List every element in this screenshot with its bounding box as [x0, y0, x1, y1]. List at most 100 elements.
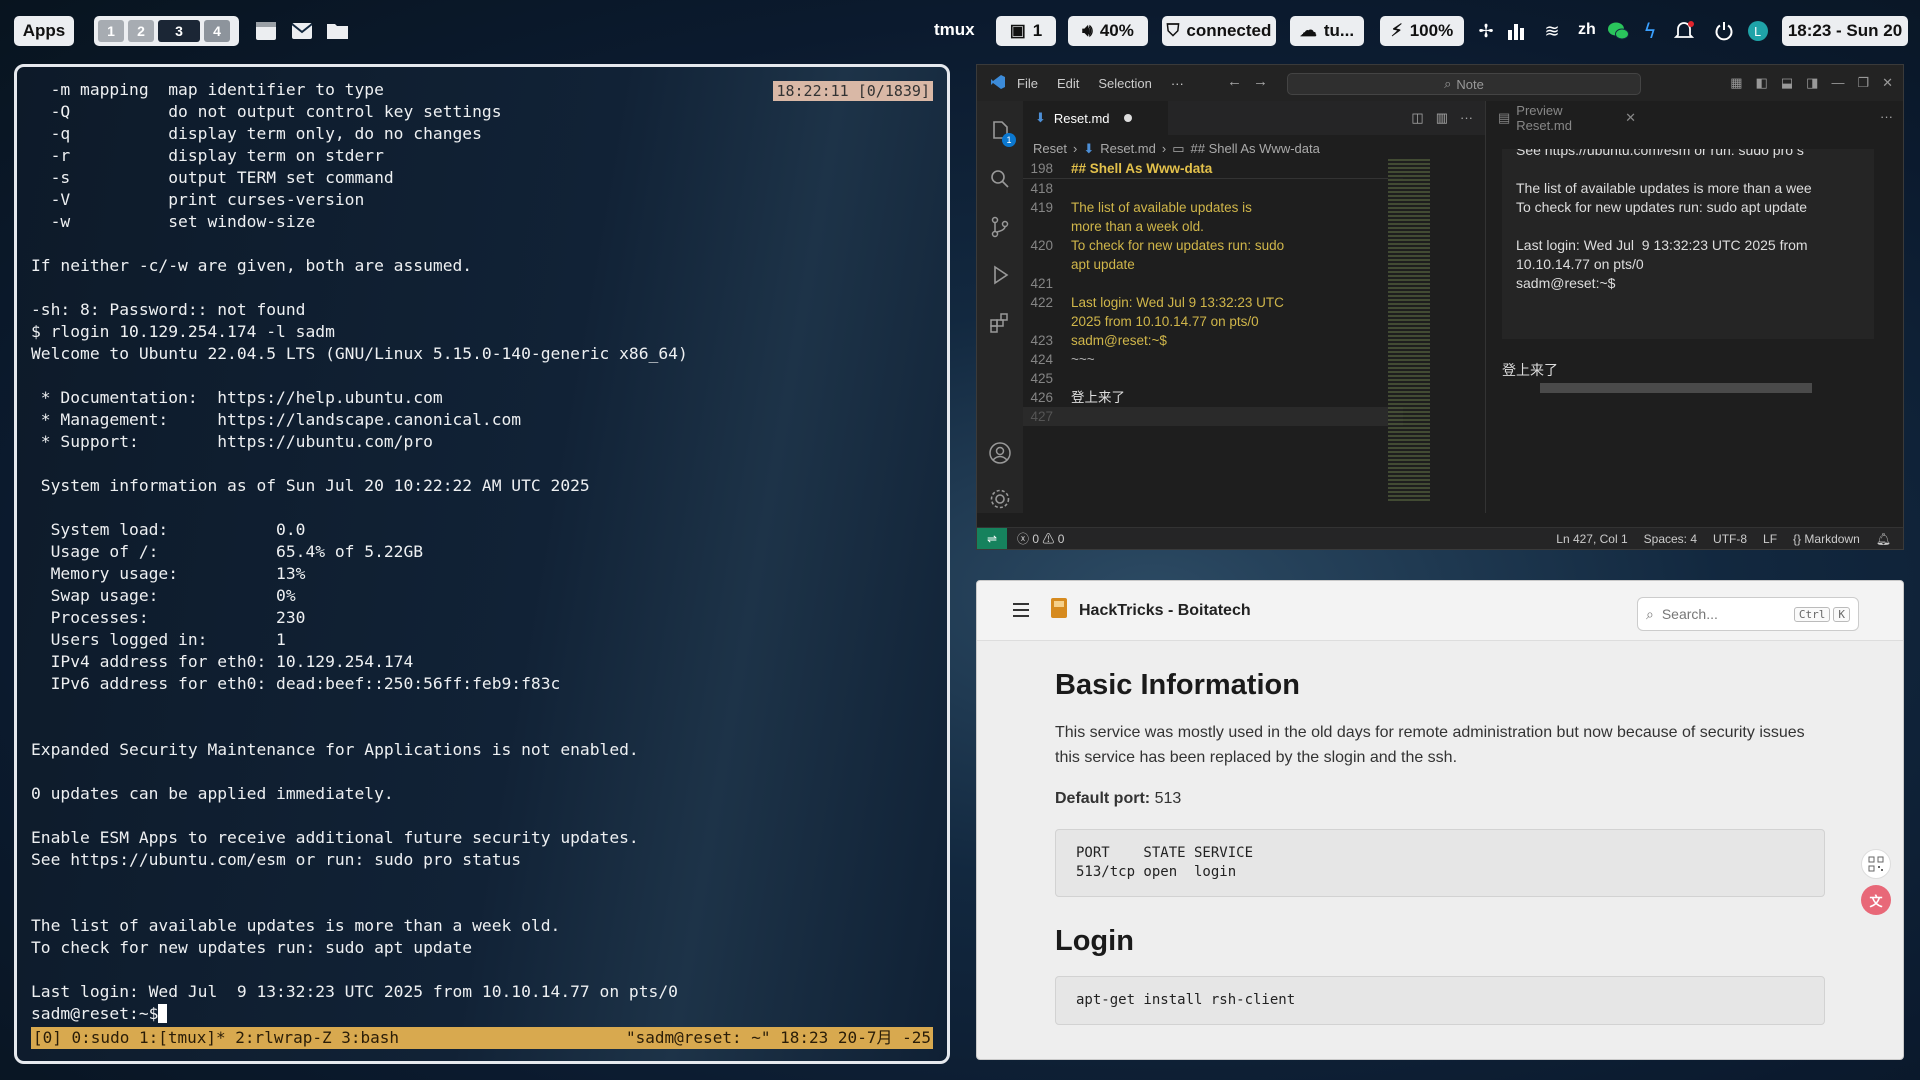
- back-arrow-icon[interactable]: ←: [1227, 73, 1242, 90]
- search-icon: ⌕: [1444, 76, 1452, 91]
- workspace-1[interactable]: 1: [98, 20, 124, 42]
- notifications-bell-icon[interactable]: 🔔︎: [1876, 532, 1891, 546]
- hamburger-menu-icon[interactable]: [1013, 601, 1035, 619]
- unsaved-dot-icon[interactable]: [1123, 114, 1132, 122]
- close-tab-icon[interactable]: ✕: [1625, 110, 1636, 126]
- workspace-4[interactable]: 4: [204, 20, 230, 42]
- search-placeholder: Search...: [1661, 606, 1718, 622]
- code-line[interactable]: 423 sadm@reset:~$: [1023, 331, 1403, 350]
- preview-more-icon[interactable]: ···: [1880, 109, 1893, 124]
- lightning-icon[interactable]: ϟ: [1638, 19, 1662, 43]
- terminal-window-icon[interactable]: [254, 19, 278, 43]
- remote-indicator-icon[interactable]: ⇌: [977, 527, 1007, 549]
- line-number: 425: [1030, 371, 1053, 386]
- command-center-search[interactable]: ⌕ Note: [1287, 73, 1641, 95]
- menu-more[interactable]: ···: [1171, 76, 1184, 91]
- power-icon[interactable]: [1712, 19, 1736, 43]
- terminal-line: If neither -c/-w are given, both are ass…: [31, 256, 473, 275]
- code-line[interactable]: more than a week old.: [1023, 217, 1403, 236]
- forward-arrow-icon[interactable]: →: [1253, 73, 1268, 90]
- indentation[interactable]: Spaces: 4: [1644, 532, 1697, 546]
- code-line[interactable]: 422 Last login: Wed Jul 9 13:32:23 UTC: [1023, 293, 1403, 312]
- volume-indicator[interactable]: 🔊︎ 40%: [1068, 16, 1148, 46]
- toggle-sidebar-icon[interactable]: ◧: [1756, 75, 1768, 91]
- menu-edit[interactable]: Edit: [1057, 76, 1079, 91]
- terminal-line: -Q do not output control key settings: [31, 102, 502, 121]
- pinwheel-icon[interactable]: ✢: [1474, 19, 1498, 43]
- split-editor-icon[interactable]: ▥: [1436, 110, 1448, 126]
- code-line[interactable]: 419 The list of available updates is: [1023, 198, 1403, 217]
- breadcrumb-folder[interactable]: Reset: [1033, 141, 1067, 157]
- open-preview-icon[interactable]: ◫: [1411, 110, 1423, 126]
- code-line[interactable]: 425: [1023, 369, 1403, 388]
- sticky-heading: ## Shell As Www-data: [1071, 161, 1213, 176]
- minimize-icon[interactable]: —: [1831, 75, 1844, 91]
- site-search-input[interactable]: ⌕ Search... Ctrl K: [1637, 597, 1859, 631]
- toggle-secondary-sidebar-icon[interactable]: ◨: [1806, 75, 1818, 91]
- code-line[interactable]: 2025 from 10.10.14.77 on pts/0: [1023, 312, 1403, 331]
- encoding[interactable]: UTF-8: [1713, 532, 1747, 546]
- layers-icon[interactable]: ≋: [1540, 19, 1564, 43]
- run-debug-icon[interactable]: [988, 263, 1012, 287]
- mail-icon[interactable]: [290, 19, 314, 43]
- package-counter[interactable]: ▣ 1: [996, 16, 1056, 46]
- ports-codeblock[interactable]: PORT STATE SERVICE 513/tcp open login: [1055, 829, 1825, 897]
- minimap[interactable]: [1388, 159, 1430, 503]
- input-method-indicator[interactable]: zh: [1578, 21, 1596, 39]
- login-codeblock[interactable]: apt-get install rsh-client: [1055, 976, 1825, 1025]
- sticky-scroll-line[interactable]: 198 ## Shell As Www-data: [1023, 159, 1403, 179]
- code-line[interactable]: 427: [1023, 407, 1403, 426]
- source-control-icon[interactable]: [988, 215, 1012, 239]
- breadcrumb-symbol[interactable]: ## Shell As Www-data: [1191, 141, 1320, 157]
- bell-icon[interactable]: [1672, 19, 1696, 43]
- settings-gear-icon[interactable]: [988, 487, 1012, 511]
- problems-indicator[interactable]: ⓧ 0 ⚠ 0: [1017, 530, 1064, 547]
- site-brand[interactable]: HackTricks - Boitatech: [1049, 597, 1251, 624]
- network-indicator[interactable]: ☁︎ tu...: [1290, 16, 1364, 46]
- more-actions-icon[interactable]: ···: [1460, 110, 1473, 126]
- folder-icon[interactable]: [326, 19, 350, 43]
- workspace-3[interactable]: 3: [158, 20, 200, 42]
- maximize-icon[interactable]: ❐: [1857, 75, 1869, 91]
- user-avatar-icon[interactable]: L: [1746, 19, 1770, 43]
- toggle-panel-icon[interactable]: ⬓: [1781, 75, 1793, 91]
- wechat-icon[interactable]: [1606, 19, 1630, 43]
- menu-selection[interactable]: Selection: [1098, 76, 1151, 91]
- tab-reset-md[interactable]: ⬇ Reset.md: [1023, 101, 1168, 135]
- close-icon[interactable]: ✕: [1882, 75, 1893, 91]
- code-line[interactable]: apt update: [1023, 255, 1403, 274]
- end-of-line[interactable]: LF: [1763, 532, 1777, 546]
- accounts-icon[interactable]: [988, 441, 1012, 465]
- clock[interactable]: 18:23 - Sun 20: [1782, 16, 1908, 46]
- code-line[interactable]: 418: [1023, 179, 1403, 198]
- terminal-output: -m mapping map identifier to type -Q do …: [31, 79, 688, 1025]
- language-mode[interactable]: {} Markdown: [1793, 532, 1860, 546]
- search-icon[interactable]: [988, 167, 1012, 191]
- code-line[interactable]: 420 To check for new updates run: sudo: [1023, 236, 1403, 255]
- layout-icon[interactable]: ▦: [1730, 75, 1742, 91]
- preview-horizontal-scrollbar[interactable]: [1540, 383, 1812, 393]
- extensions-icon[interactable]: [988, 311, 1012, 335]
- terminal-window[interactable]: -m mapping map identifier to type -Q do …: [14, 64, 950, 1064]
- tmux-window-list[interactable]: [0] 0:sudo 1:[tmux]* 2:rlwrap-Z 3:bash: [33, 1027, 399, 1049]
- qr-code-icon[interactable]: [1861, 849, 1891, 879]
- breadcrumb-file[interactable]: Reset.md: [1100, 141, 1156, 157]
- menu-file[interactable]: File: [1017, 76, 1038, 91]
- code-line[interactable]: 426 登上来了: [1023, 388, 1403, 407]
- explorer-icon[interactable]: 1: [988, 119, 1016, 147]
- cursor-position[interactable]: Ln 427, Col 1: [1556, 532, 1627, 546]
- battery-indicator[interactable]: ⚡︎ 100%: [1380, 16, 1464, 46]
- code-line[interactable]: 424 ~~~: [1023, 350, 1403, 369]
- shell-prompt: sadm@reset:~$: [31, 1004, 159, 1023]
- code-editor[interactable]: 198 ## Shell As Www-data 418 419 The list …: [1023, 159, 1403, 426]
- bar-chart-icon[interactable]: [1504, 19, 1528, 43]
- top-bar: Apps 1 2 3 4 tmux ▣ 1 🔊︎ 40% ⛉ connected ☁︎…: [0, 0, 1920, 62]
- code-line[interactable]: 421: [1023, 274, 1403, 293]
- translate-icon[interactable]: 文: [1861, 885, 1891, 915]
- terminal-prompt-line[interactable]: sadm@reset:~$: [31, 1003, 688, 1025]
- tab-preview[interactable]: ▤ Preview Reset.md ✕: [1486, 101, 1636, 135]
- apps-button[interactable]: Apps: [14, 16, 74, 46]
- workspace-2[interactable]: 2: [128, 20, 154, 42]
- vpn-indicator[interactable]: ⛉ connected: [1162, 16, 1276, 46]
